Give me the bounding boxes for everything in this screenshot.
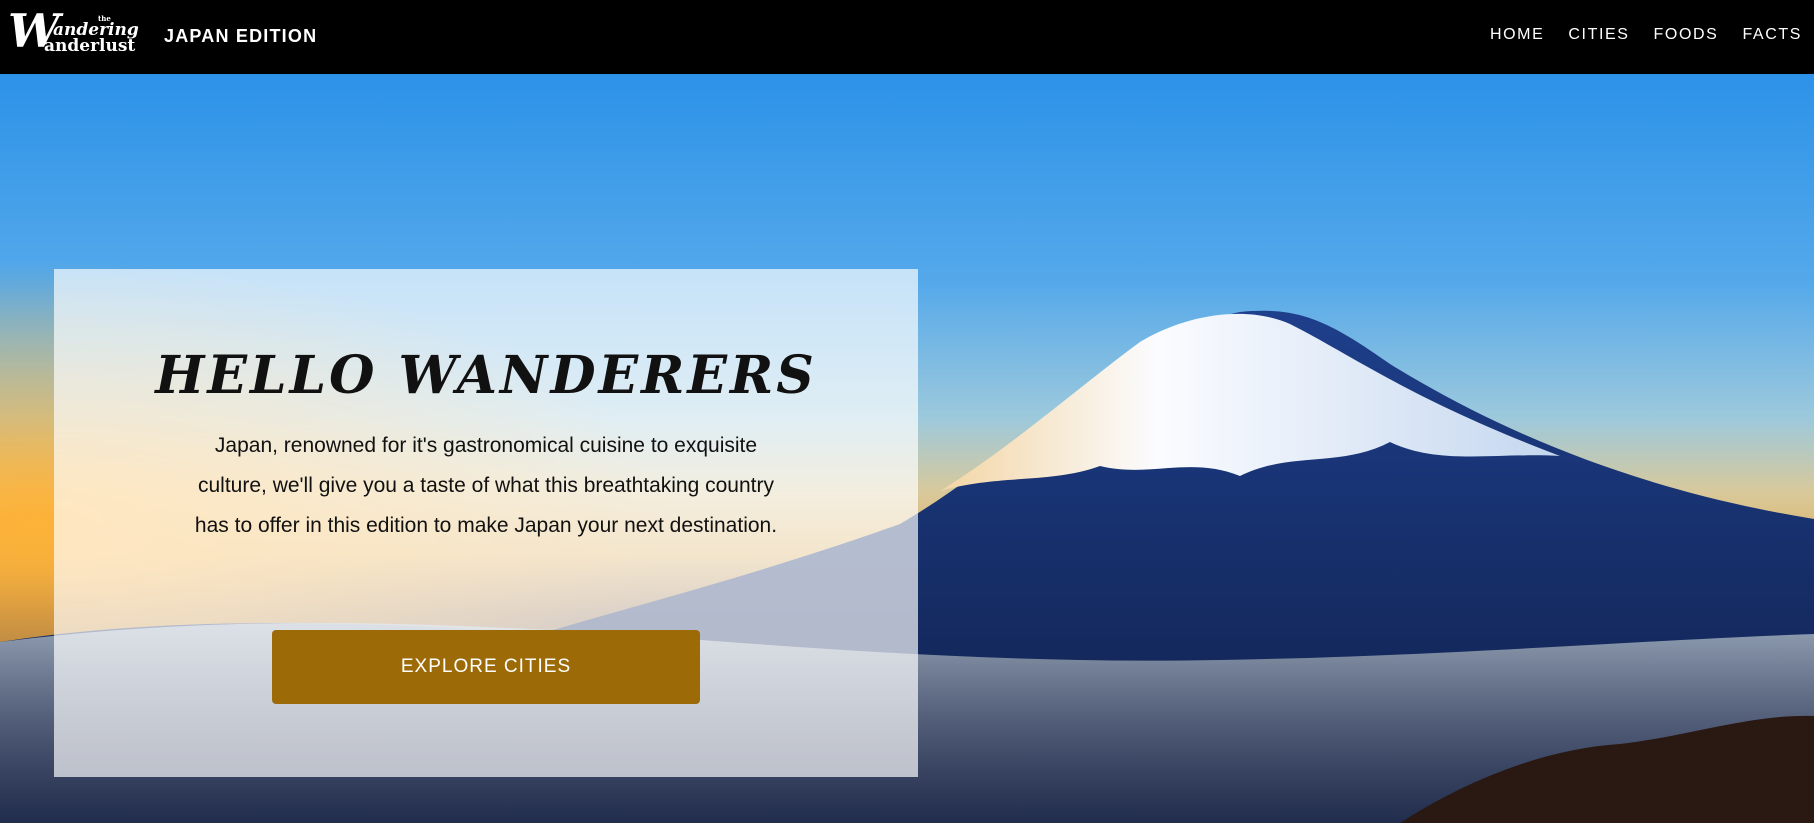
logo-line-2: anderlust <box>44 36 136 56</box>
edition-title: JAPAN EDITION <box>164 26 318 46</box>
intro-card: HELLO WANDERERS Japan, renowned for it's… <box>54 269 918 777</box>
nav-foods[interactable]: FOODS <box>1654 26 1719 44</box>
hero-title: HELLO WANDERERS <box>155 345 817 406</box>
logo[interactable]: W the andering anderlust <box>8 8 139 58</box>
nav-home[interactable]: HOME <box>1490 26 1544 44</box>
hero-description: Japan, renowned for it's gastronomical c… <box>194 434 778 537</box>
nav-facts[interactable]: FACTS <box>1742 26 1802 44</box>
hero-section: HELLO WANDERERS Japan, renowned for it's… <box>0 74 1814 823</box>
main-nav: HOME CITIES FOODS FACTS <box>1490 26 1802 44</box>
explore-cities-button[interactable]: EXPLORE CITIES <box>272 630 700 704</box>
top-navbar: W the andering anderlust JAPAN EDITION H… <box>0 0 1814 74</box>
nav-cities[interactable]: CITIES <box>1568 26 1629 44</box>
